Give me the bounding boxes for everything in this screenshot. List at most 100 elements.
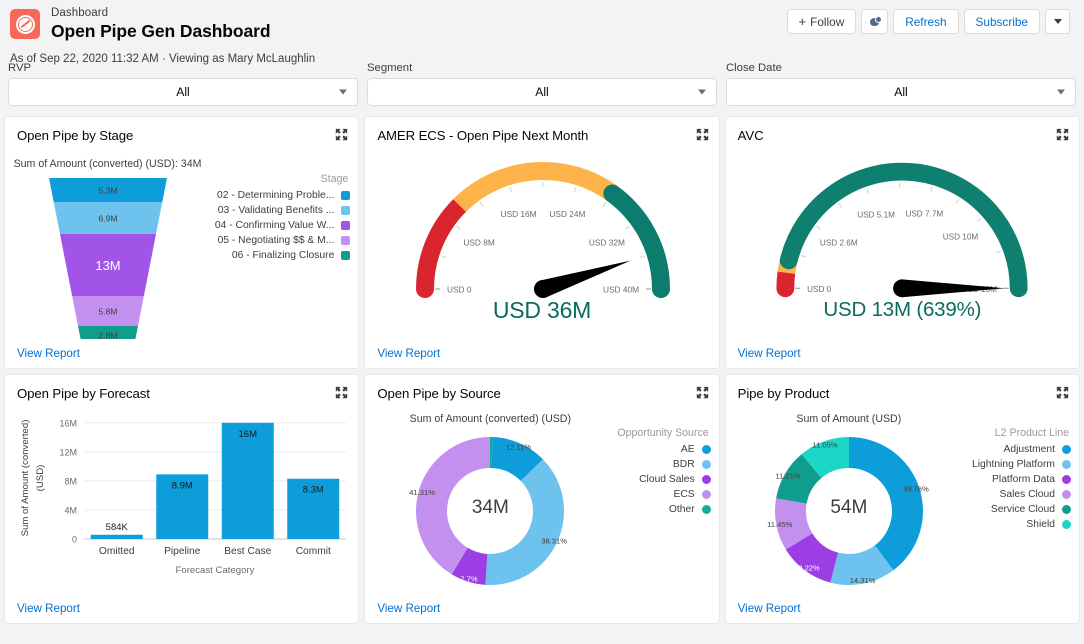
card-open-pipe-by-forecast: Open Pipe by Forecast 0 4M 8M 12M 16M 584K Omi…	[4, 374, 360, 624]
expand-icon[interactable]	[335, 128, 348, 141]
expand-icon[interactable]	[696, 128, 709, 141]
y-axis-tick-label: 0	[72, 535, 77, 545]
funnel-value-label: 2.8M	[98, 331, 117, 340]
gauge-tick	[816, 225, 822, 230]
card-avc-gauge: AVC USD 0 USD 2.6M USD 5.1M USD 7.7M USD 10M…	[724, 116, 1080, 369]
legend-item[interactable]: 02 - Determining Proble...	[210, 190, 351, 201]
donut-slice-label: 11.05%	[812, 441, 837, 450]
dashboard-status-line: As of Sep 22, 2020 11:32 AM · Viewing as…	[10, 53, 316, 66]
filter-segment: Segment All	[367, 62, 717, 116]
gauge-tick	[479, 202, 484, 207]
follow-button[interactable]: + Follow	[786, 9, 857, 34]
gauge-tick-label: USD 32M	[589, 238, 625, 248]
funnel-value-label: 5.8M	[98, 307, 117, 317]
view-report-link[interactable]: View Report	[738, 347, 801, 360]
legend-item-label: AE	[680, 444, 695, 455]
gauge-band	[776, 263, 796, 298]
view-report-link[interactable]: View Report	[738, 602, 801, 615]
legend-item[interactable]: 06 - Finalizing Closure	[210, 250, 351, 261]
card-title: Open Pipe by Source	[377, 386, 501, 401]
expand-icon[interactable]	[696, 386, 709, 399]
legend-item[interactable]: Sales Cloud	[972, 489, 1071, 500]
gauge-tick	[509, 187, 513, 193]
expand-icon[interactable]	[1056, 386, 1069, 399]
legend-item-label: Other	[668, 504, 695, 515]
donut-slice-label: 12.11%	[506, 442, 531, 451]
card-open-pipe-by-source: Open Pipe by Source Sum of Amount (conve…	[364, 374, 720, 624]
legend-item[interactable]: Platform Data	[972, 474, 1071, 485]
dashboard-grid: Open Pipe by Stage Sum of Amount (conver…	[0, 116, 1084, 628]
legend-item[interactable]: ECS	[615, 489, 711, 500]
view-report-link[interactable]: View Report	[17, 602, 80, 615]
notifications-button[interactable]	[861, 9, 889, 34]
legend-swatch	[1062, 460, 1071, 469]
more-actions-button[interactable]	[1045, 9, 1070, 34]
legend-title: Opportunity Source	[617, 427, 709, 439]
legend-swatch	[701, 475, 711, 484]
y-axis-tick-label: 8M	[64, 476, 77, 486]
gauge-tick	[838, 203, 843, 208]
gauge-tick	[956, 198, 960, 204]
expand-icon[interactable]	[335, 386, 348, 399]
filter-segment-select[interactable]: All	[367, 78, 717, 106]
refresh-button[interactable]: Refresh	[893, 9, 959, 34]
gauge-band	[453, 162, 618, 213]
legend-item[interactable]: Service Cloud	[972, 504, 1071, 515]
gauge-value-label: USD 13M (639%)	[823, 298, 982, 321]
donut-source-legend: Opportunity Source AE BDR Cloud Sales ECS Ot…	[615, 401, 718, 601]
legend-item[interactable]: 05 - Negotiating $$ & M...	[210, 235, 351, 246]
gauge-tick-label: USD 2.6M	[820, 238, 858, 247]
bar-value-label: 16M	[238, 429, 257, 440]
gauge-tick-label: USD 0	[807, 285, 832, 294]
bar-value-label: 584K	[105, 522, 128, 533]
legend-item[interactable]: BDR	[615, 459, 711, 470]
expand-icon[interactable]	[1056, 128, 1069, 141]
y-axis-tick-label: 4M	[64, 505, 77, 515]
follow-label: Follow	[810, 14, 845, 29]
gauge-band	[416, 196, 469, 298]
chevron-down-icon	[1053, 19, 1062, 24]
bar[interactable]	[221, 422, 274, 539]
donut-center-label: 54M	[830, 497, 868, 518]
donut-slice[interactable]	[485, 459, 565, 585]
filter-rvp-select[interactable]: All	[8, 78, 358, 106]
legend-item[interactable]: Cloud Sales	[615, 474, 711, 485]
legend-item[interactable]: AE	[615, 444, 711, 455]
gauge-tick-label: USD 5.1M	[858, 211, 896, 220]
legend-item-label: 06 - Finalizing Closure	[231, 250, 335, 261]
filter-close-date-select[interactable]: All	[726, 78, 1076, 106]
legend-item[interactable]: Other	[615, 504, 711, 515]
legend-item[interactable]: 04 - Confirming Value W...	[210, 220, 351, 231]
view-report-link[interactable]: View Report	[377, 602, 440, 615]
chevron-down-icon	[339, 89, 347, 95]
donut-slice-label: 11.45%	[767, 520, 792, 529]
legend-swatch	[1062, 475, 1071, 484]
legend-item-label: Adjustment	[1003, 444, 1055, 455]
legend-swatch	[1062, 520, 1071, 529]
gauge-tick	[625, 225, 631, 230]
view-report-link[interactable]: View Report	[17, 347, 80, 360]
view-report-link[interactable]: View Report	[377, 347, 440, 360]
gauge-tick	[996, 250, 1002, 254]
legend-item-label: 03 - Validating Benefits ...	[217, 205, 335, 216]
legend-item[interactable]: Adjustment	[972, 444, 1071, 455]
legend-swatch	[701, 460, 711, 469]
legend-item[interactable]: 03 - Validating Benefits ...	[210, 205, 351, 216]
chevron-down-icon	[1057, 89, 1065, 95]
bar[interactable]	[90, 534, 143, 539]
donut-source-chart: Sum of Amount (converted) (USD) 12.11% 38…	[365, 401, 718, 601]
chevron-down-icon	[698, 89, 706, 95]
card-title: Pipe by Product	[737, 386, 830, 401]
card-title: AMER ECS - Open Pipe Next Month	[377, 128, 589, 143]
legend-item[interactable]: Lightning Platform	[972, 459, 1071, 470]
donut-slice-label: 41.31%	[410, 488, 436, 497]
legend-item[interactable]: Shield	[972, 519, 1071, 530]
legend-swatch	[341, 251, 351, 260]
subscribe-button[interactable]: Subscribe	[963, 9, 1040, 34]
bar-chart-svg: 0 4M 8M 12M 16M 584K Omitted 8.9M Pipeline 16M Bes…	[20, 418, 346, 576]
legend-swatch	[1062, 490, 1071, 499]
funnel-value-label: 13M	[95, 258, 120, 273]
legend-swatch	[1062, 445, 1071, 454]
gauge-tick	[574, 187, 578, 193]
gauge-needle	[893, 279, 1006, 298]
